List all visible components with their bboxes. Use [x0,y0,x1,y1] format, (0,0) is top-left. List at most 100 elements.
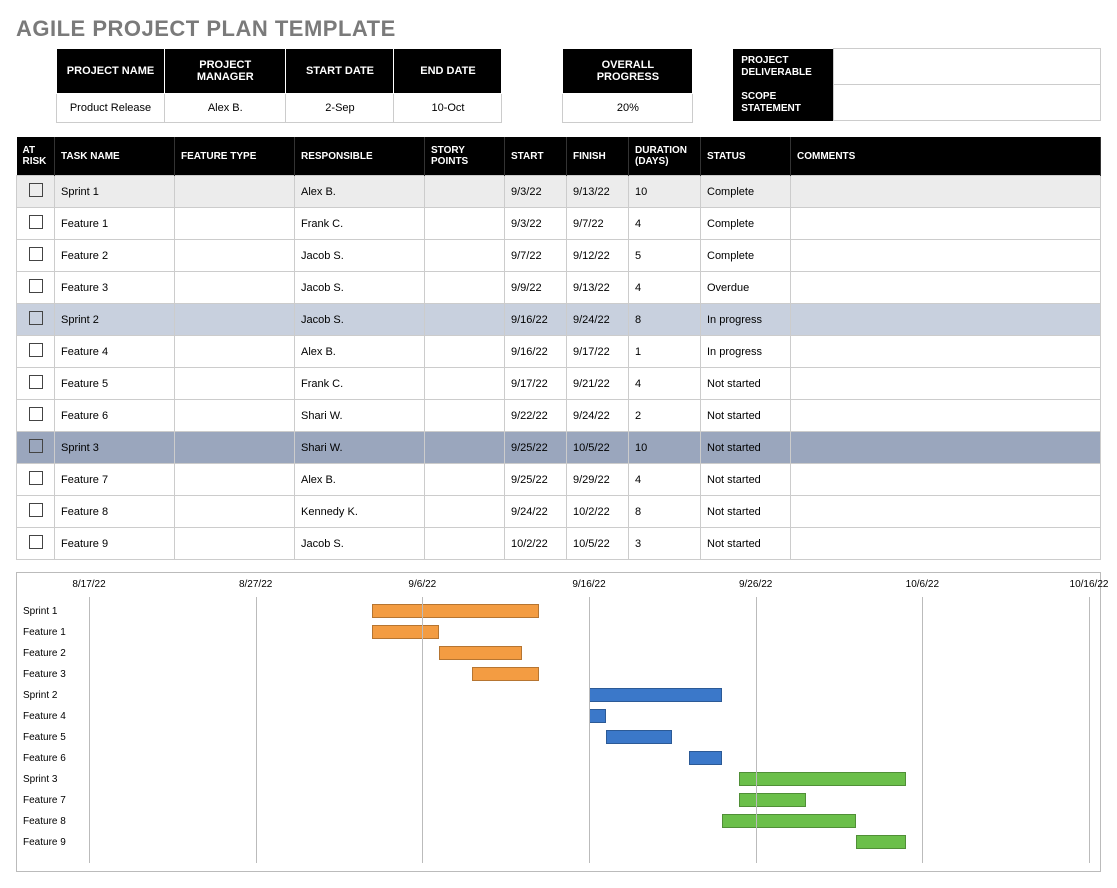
cell-comments[interactable] [791,240,1101,272]
cell-responsible[interactable]: Jacob S. [295,528,425,560]
cell-task[interactable]: Feature 6 [55,400,175,432]
cell-responsible[interactable]: Frank C. [295,368,425,400]
cell-points[interactable] [425,208,505,240]
cell-feature[interactable] [175,336,295,368]
cell-start[interactable]: 9/16/22 [505,336,567,368]
cell-points[interactable] [425,336,505,368]
cell-responsible[interactable]: Jacob S. [295,272,425,304]
cell-points[interactable] [425,400,505,432]
cell-status[interactable]: Complete [701,176,791,208]
cell-feature[interactable] [175,368,295,400]
cell-comments[interactable] [791,464,1101,496]
cell-comments[interactable] [791,208,1101,240]
at-risk-checkbox[interactable] [29,279,43,293]
at-risk-checkbox[interactable] [29,183,43,197]
cell-start[interactable]: 9/25/22 [505,432,567,464]
at-risk-checkbox[interactable] [29,215,43,229]
cell-finish[interactable]: 9/21/22 [567,368,629,400]
cell-task[interactable]: Sprint 2 [55,304,175,336]
cell-finish[interactable]: 10/5/22 [567,432,629,464]
cell-points[interactable] [425,176,505,208]
at-risk-checkbox[interactable] [29,503,43,517]
cell-points[interactable] [425,304,505,336]
cell-responsible[interactable]: Frank C. [295,208,425,240]
cell-finish[interactable]: 9/12/22 [567,240,629,272]
cell-start[interactable]: 9/25/22 [505,464,567,496]
cell-status[interactable]: Not started [701,432,791,464]
cell-comments[interactable] [791,400,1101,432]
cell-duration[interactable]: 4 [629,464,701,496]
cell-start[interactable]: 9/22/22 [505,400,567,432]
cell-task[interactable]: Feature 7 [55,464,175,496]
cell-finish[interactable]: 9/29/22 [567,464,629,496]
at-risk-checkbox[interactable] [29,247,43,261]
cell-task[interactable]: Feature 4 [55,336,175,368]
cell-points[interactable] [425,272,505,304]
cell-responsible[interactable]: Alex B. [295,336,425,368]
cell-feature[interactable] [175,208,295,240]
cell-responsible[interactable]: Kennedy K. [295,496,425,528]
cell-points[interactable] [425,528,505,560]
cell-duration[interactable]: 5 [629,240,701,272]
cell-comments[interactable] [791,176,1101,208]
cell-responsible[interactable]: Alex B. [295,176,425,208]
cell-feature[interactable] [175,496,295,528]
cell-feature[interactable] [175,272,295,304]
cell-task[interactable]: Feature 9 [55,528,175,560]
cell-task[interactable]: Feature 2 [55,240,175,272]
val-scope[interactable] [833,85,1100,121]
cell-status[interactable]: Not started [701,464,791,496]
cell-responsible[interactable]: Shari W. [295,432,425,464]
cell-finish[interactable]: 9/13/22 [567,176,629,208]
cell-status[interactable]: Not started [701,400,791,432]
cell-status[interactable]: Complete [701,208,791,240]
cell-finish[interactable]: 9/7/22 [567,208,629,240]
cell-status[interactable]: In progress [701,336,791,368]
cell-duration[interactable]: 4 [629,368,701,400]
cell-finish[interactable]: 9/24/22 [567,304,629,336]
cell-duration[interactable]: 10 [629,432,701,464]
cell-start[interactable]: 9/3/22 [505,208,567,240]
at-risk-checkbox[interactable] [29,407,43,421]
cell-start[interactable]: 9/3/22 [505,176,567,208]
cell-points[interactable] [425,464,505,496]
cell-start[interactable]: 9/17/22 [505,368,567,400]
cell-start[interactable]: 9/16/22 [505,304,567,336]
cell-feature[interactable] [175,304,295,336]
cell-finish[interactable]: 10/2/22 [567,496,629,528]
cell-status[interactable]: Overdue [701,272,791,304]
cell-duration[interactable]: 4 [629,208,701,240]
cell-task[interactable]: Feature 1 [55,208,175,240]
cell-feature[interactable] [175,176,295,208]
cell-task[interactable]: Sprint 3 [55,432,175,464]
cell-comments[interactable] [791,432,1101,464]
cell-duration[interactable]: 3 [629,528,701,560]
cell-points[interactable] [425,240,505,272]
cell-responsible[interactable]: Shari W. [295,400,425,432]
cell-start[interactable]: 9/9/22 [505,272,567,304]
cell-status[interactable]: In progress [701,304,791,336]
cell-finish[interactable]: 10/5/22 [567,528,629,560]
cell-responsible[interactable]: Jacob S. [295,304,425,336]
cell-points[interactable] [425,368,505,400]
cell-points[interactable] [425,496,505,528]
cell-responsible[interactable]: Jacob S. [295,240,425,272]
cell-duration[interactable]: 8 [629,304,701,336]
cell-points[interactable] [425,432,505,464]
cell-comments[interactable] [791,336,1101,368]
val-start-date[interactable]: 2-Sep [286,94,394,123]
val-project-manager[interactable]: Alex B. [165,94,286,123]
at-risk-checkbox[interactable] [29,343,43,357]
cell-comments[interactable] [791,304,1101,336]
cell-start[interactable]: 9/7/22 [505,240,567,272]
at-risk-checkbox[interactable] [29,471,43,485]
cell-duration[interactable]: 2 [629,400,701,432]
val-progress[interactable]: 20% [563,94,693,123]
cell-task[interactable]: Sprint 1 [55,176,175,208]
cell-responsible[interactable]: Alex B. [295,464,425,496]
cell-duration[interactable]: 10 [629,176,701,208]
cell-duration[interactable]: 4 [629,272,701,304]
cell-feature[interactable] [175,464,295,496]
at-risk-checkbox[interactable] [29,439,43,453]
cell-status[interactable]: Complete [701,240,791,272]
